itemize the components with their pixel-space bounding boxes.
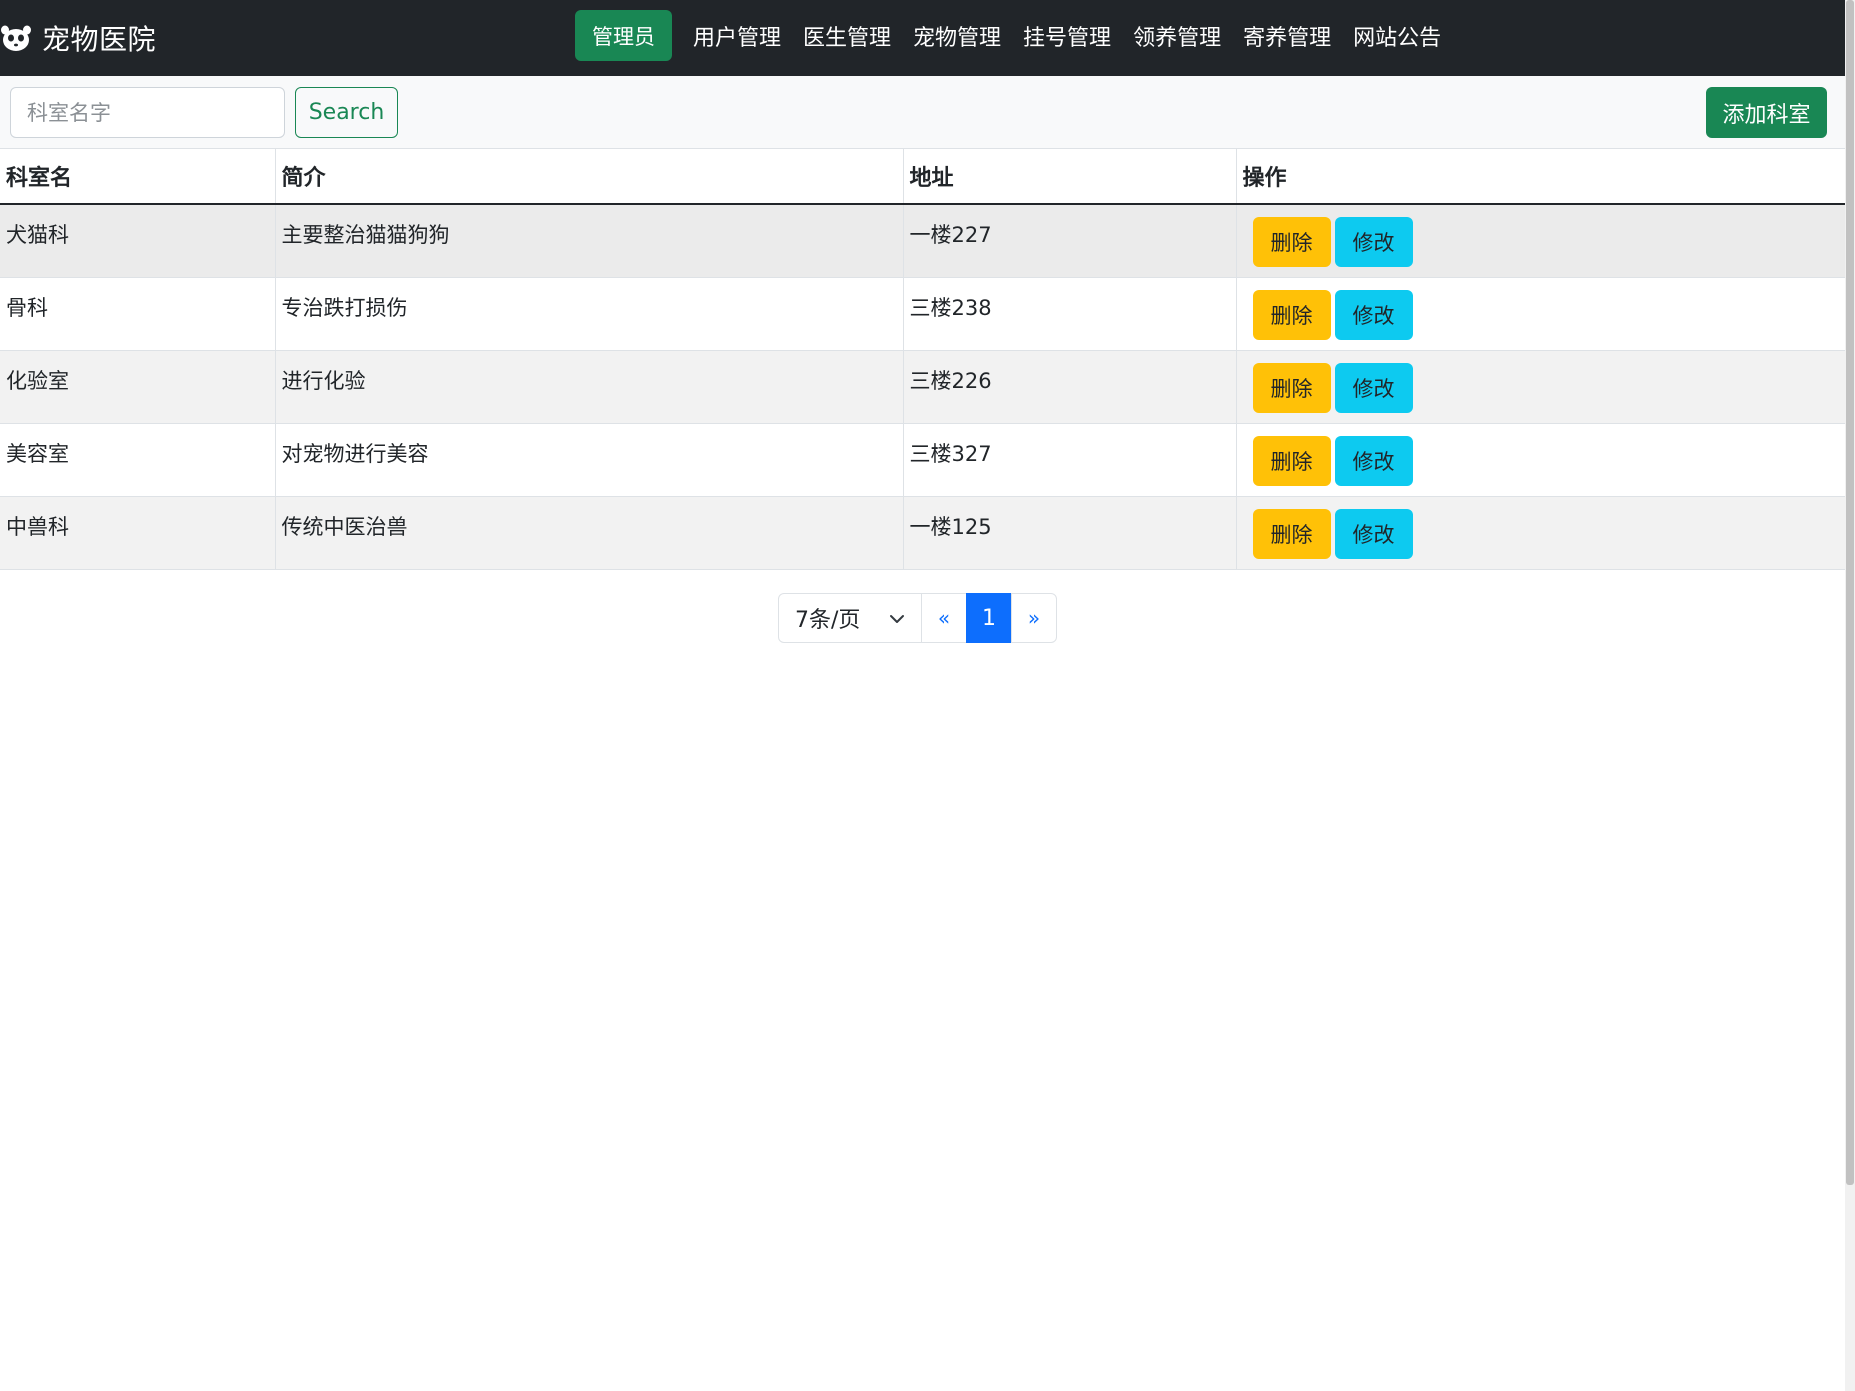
cell-department-name: 化验室 (0, 350, 275, 424)
table-row: 骨科 专治跌打损伤 三楼238 删除 修改 (0, 277, 1845, 351)
cell-department-name: 美容室 (0, 423, 275, 497)
table-row: 化验室 进行化验 三楼226 删除 修改 (0, 350, 1845, 424)
search-button[interactable]: Search (295, 87, 398, 138)
cell-actions: 删除 修改 (1235, 496, 1845, 570)
cell-address: 三楼238 (902, 277, 1236, 351)
toolbar: Search 添加科室 (0, 76, 1845, 149)
delete-button[interactable]: 删除 (1252, 508, 1331, 559)
search-input[interactable] (10, 87, 285, 138)
cell-intro: 主要整治猫猫狗狗 (274, 204, 903, 278)
cell-department-name: 犬猫科 (0, 204, 275, 278)
page-size-select[interactable]: 7条/页 (778, 593, 922, 643)
cell-intro: 传统中医治兽 (274, 496, 903, 570)
main-nav: 管理员 用户管理 医生管理 宠物管理 挂号管理 领养管理 寄养管理 网站公告 (575, 10, 1452, 61)
table-row: 中兽科 传统中医治兽 一楼125 删除 修改 (0, 496, 1845, 570)
header-intro: 简介 (274, 149, 903, 205)
table-header-row: 科室名 简介 地址 操作 (0, 149, 1845, 205)
cell-intro: 对宠物进行美容 (274, 423, 903, 497)
add-department-button[interactable]: 添加科室 (1706, 87, 1827, 138)
cell-address: 三楼226 (902, 350, 1236, 424)
next-page-button[interactable]: » (1011, 593, 1057, 643)
page-size-value: 7条/页 (795, 608, 861, 633)
pagination: 7条/页 « 1 » (778, 593, 1057, 643)
delete-button[interactable]: 删除 (1252, 362, 1331, 413)
edit-button[interactable]: 修改 (1334, 362, 1413, 413)
nav-doctor-management[interactable]: 医生管理 (792, 10, 902, 61)
prev-page-button[interactable]: « (921, 593, 967, 643)
page: 宠物医院 管理员 用户管理 医生管理 宠物管理 挂号管理 领养管理 寄养管理 网… (0, 0, 1855, 1391)
cell-intro: 进行化验 (274, 350, 903, 424)
cell-actions: 删除 修改 (1235, 204, 1845, 278)
edit-button[interactable]: 修改 (1334, 217, 1413, 267)
nav-pet-management[interactable]: 宠物管理 (902, 10, 1012, 61)
nav-user-management[interactable]: 用户管理 (682, 10, 792, 61)
cell-address: 一楼227 (902, 204, 1236, 278)
nav-boarding-management[interactable]: 寄养管理 (1232, 10, 1342, 61)
delete-button[interactable]: 删除 (1252, 289, 1331, 340)
cell-address: 一楼125 (902, 496, 1236, 570)
chevron-down-icon (890, 615, 904, 623)
nav-announcements[interactable]: 网站公告 (1342, 10, 1452, 61)
nav-registration-management[interactable]: 挂号管理 (1012, 10, 1122, 61)
nav-admin[interactable]: 管理员 (575, 10, 672, 61)
cell-actions: 删除 修改 (1235, 350, 1845, 424)
nav-adoption-management[interactable]: 领养管理 (1122, 10, 1232, 61)
scrollbar-thumb[interactable] (1846, 0, 1854, 1185)
table-row: 犬猫科 主要整治猫猫狗狗 一楼227 删除 修改 (0, 204, 1845, 278)
table-row: 美容室 对宠物进行美容 三楼327 删除 修改 (0, 423, 1845, 497)
cell-address: 三楼327 (902, 423, 1236, 497)
edit-button[interactable]: 修改 (1334, 508, 1413, 559)
delete-button[interactable]: 删除 (1252, 435, 1331, 486)
header-address: 地址 (902, 149, 1236, 205)
page-1-button[interactable]: 1 (966, 593, 1012, 643)
cell-department-name: 骨科 (0, 277, 275, 351)
brand-title: 宠物医院 (42, 23, 157, 56)
cell-actions: 删除 修改 (1235, 423, 1845, 497)
brand[interactable]: 宠物医院 (0, 17, 156, 59)
header-actions: 操作 (1235, 149, 1845, 205)
cell-intro: 专治跌打损伤 (274, 277, 903, 351)
pet-paw-icon (1, 25, 31, 51)
top-navbar: 宠物医院 管理员 用户管理 医生管理 宠物管理 挂号管理 领养管理 寄养管理 网… (0, 0, 1845, 76)
edit-button[interactable]: 修改 (1334, 289, 1413, 340)
cell-department-name: 中兽科 (0, 496, 275, 570)
header-department-name: 科室名 (0, 149, 275, 205)
cell-actions: 删除 修改 (1235, 277, 1845, 351)
delete-button[interactable]: 删除 (1252, 217, 1331, 267)
vertical-scrollbar[interactable] (1845, 0, 1855, 1391)
edit-button[interactable]: 修改 (1334, 435, 1413, 486)
department-table: 科室名 简介 地址 操作 犬猫科 主要整治猫猫狗狗 一楼227 删除 修改 骨科 … (0, 149, 1845, 570)
